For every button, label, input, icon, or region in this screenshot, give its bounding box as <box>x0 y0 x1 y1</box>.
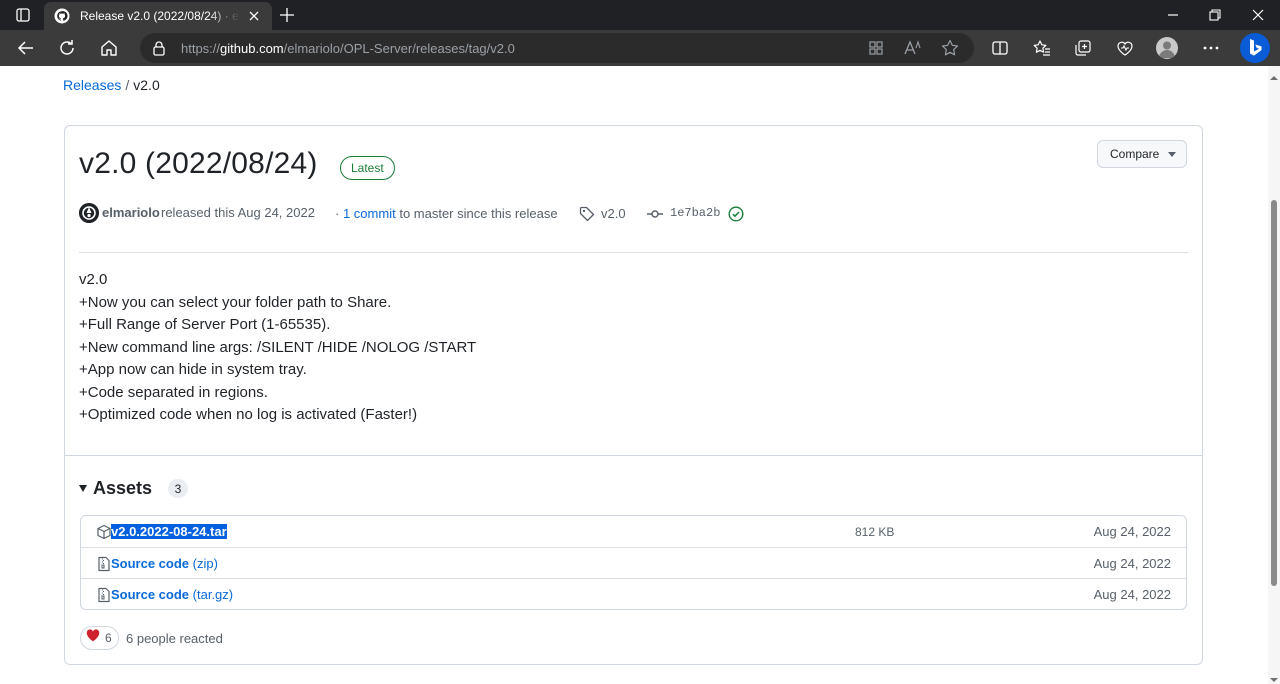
lock-icon[interactable] <box>151 40 167 56</box>
commits-since-text: · 1 commit to master since this release <box>335 206 558 221</box>
assets-title: Assets <box>93 477 153 498</box>
refresh-icon[interactable] <box>53 34 81 62</box>
tab-title: Release v2.0 (2022/08/24) · elmariolo/OP… <box>80 9 240 23</box>
favorite-star-icon[interactable] <box>941 39 959 57</box>
asset-extension: (zip) <box>192 556 218 571</box>
released-date-text: released this Aug 24, 2022 <box>161 205 315 220</box>
profile-avatar-icon[interactable] <box>1156 37 1178 59</box>
minimize-icon[interactable] <box>1163 5 1183 25</box>
assets-divider <box>65 455 1202 456</box>
asset-extension: (tar.gz) <box>192 587 234 602</box>
file-zip-icon <box>96 556 112 572</box>
reaction-summary: 6 people reacted <box>126 631 223 646</box>
scroll-down-arrow-icon[interactable] <box>1270 671 1278 682</box>
asset-date: Aug 24, 2022 <box>1093 556 1171 571</box>
url-prefix: https:// <box>181 41 221 56</box>
release-notes: v2.0 +Now you can select your folder pat… <box>79 269 476 427</box>
release-note-line: +Full Range of Server Port (1-65535). <box>79 316 331 333</box>
commits-link[interactable]: 1 commit <box>343 206 396 221</box>
heart-reaction-button[interactable]: 6 <box>80 626 119 650</box>
read-aloud-icon[interactable] <box>904 39 922 57</box>
url-path: /elmariolo/OPL-Server/releases/tag/v2.0 <box>283 41 515 56</box>
restore-icon[interactable] <box>1205 5 1225 25</box>
release-note-line: +App now can hide in system tray. <box>79 361 307 378</box>
tag-link[interactable]: v2.0 <box>601 206 626 221</box>
scrollbar-thumb[interactable] <box>1271 200 1277 586</box>
commits-suffix: to master since this release <box>399 206 558 221</box>
assets-list: v2.0.2022-08-24.tar 812 KB Aug 24, 2022 … <box>80 515 1187 610</box>
asset-row: v2.0.2022-08-24.tar 812 KB Aug 24, 2022 <box>81 516 1186 547</box>
close-window-icon[interactable] <box>1248 5 1268 25</box>
asset-date: Aug 24, 2022 <box>1093 587 1171 602</box>
chevron-down-icon <box>1168 152 1176 157</box>
asset-row: Source code (tar.gz) Aug 24, 2022 <box>81 578 1186 609</box>
browser-toolbar: https://github.com/elmariolo/OPL-Server/… <box>0 30 1280 66</box>
commits-bullet: · <box>335 206 340 221</box>
asset-row: Source code (zip) Aug 24, 2022 <box>81 547 1186 578</box>
asset-size: 812 KB <box>855 525 895 539</box>
address-bar[interactable]: https://github.com/elmariolo/OPL-Server/… <box>140 33 974 63</box>
tab-actions-icon[interactable] <box>10 5 36 25</box>
asset-date: Aug 24, 2022 <box>1093 524 1171 539</box>
more-options-icon[interactable] <box>1197 34 1225 62</box>
heart-icon <box>86 629 100 647</box>
tag-icon <box>579 206 595 222</box>
asset-name: Source code <box>111 556 190 571</box>
release-note-line: +Optimized code when no log is activated… <box>79 406 418 423</box>
package-icon <box>96 524 112 540</box>
asset-link[interactable]: Source code (tar.gz) <box>111 587 233 602</box>
compare-button-label: Compare <box>1110 147 1160 161</box>
header-divider <box>79 252 1188 253</box>
github-favicon-icon <box>54 8 70 24</box>
split-screen-icon[interactable] <box>986 34 1014 62</box>
tab-close-icon[interactable] <box>246 8 262 24</box>
new-tab-icon[interactable] <box>277 5 297 25</box>
assets-toggle[interactable]: Assets <box>79 476 152 500</box>
release-note-line: +New command line args: /SILENT /HIDE /N… <box>79 338 477 356</box>
vertical-scrollbar[interactable] <box>1268 66 1280 684</box>
breadcrumb-current: v2.0 <box>133 77 160 93</box>
release-title[interactable]: v2.0 (2022/08/24) <box>79 147 318 181</box>
release-note-line: +Now you can select your folder path to … <box>79 293 392 311</box>
compare-button[interactable]: Compare <box>1097 140 1187 168</box>
url-text[interactable]: https://github.com/elmariolo/OPL-Server/… <box>181 41 515 56</box>
browser-tab-bar: Release v2.0 (2022/08/24) · elmariolo/OP… <box>0 0 1280 30</box>
author-link[interactable]: elmariolo <box>102 205 160 220</box>
check-circle-icon[interactable] <box>728 206 744 222</box>
home-icon[interactable] <box>95 34 123 62</box>
caret-down-icon <box>79 484 87 492</box>
asset-link[interactable]: Source code (zip) <box>111 556 218 571</box>
file-zip-icon <box>96 587 112 603</box>
reaction-count: 6 <box>105 631 112 645</box>
scroll-up-arrow-icon[interactable] <box>1270 69 1278 80</box>
app-available-icon[interactable] <box>867 39 885 57</box>
collections-icon[interactable] <box>1069 34 1097 62</box>
bing-chat-icon[interactable] <box>1240 33 1270 63</box>
browser-tab[interactable]: Release v2.0 (2022/08/24) · elmariolo/OP… <box>44 2 272 30</box>
back-arrow-icon[interactable] <box>12 34 40 62</box>
breadcrumb-releases-link[interactable]: Releases <box>63 77 121 93</box>
asset-name: Source code <box>111 587 190 602</box>
commit-sha-link[interactable]: 1e7ba2b <box>670 206 720 220</box>
favorites-icon[interactable] <box>1028 34 1056 62</box>
breadcrumb-separator: / <box>125 77 130 93</box>
release-note-line: +Code separated in regions. <box>79 383 268 401</box>
browser-essentials-icon[interactable] <box>1111 34 1139 62</box>
asset-link[interactable]: v2.0.2022-08-24.tar <box>111 524 227 539</box>
release-note-line: v2.0 <box>79 271 108 288</box>
url-host: github.com <box>220 41 284 56</box>
asset-name: v2.0.2022-08-24.tar <box>111 524 227 539</box>
latest-badge: Latest <box>340 156 395 180</box>
author-avatar[interactable] <box>79 203 99 223</box>
breadcrumb: Releases / v2.0 <box>63 77 160 93</box>
assets-count-badge: 3 <box>168 479 188 498</box>
git-commit-icon <box>647 206 663 222</box>
